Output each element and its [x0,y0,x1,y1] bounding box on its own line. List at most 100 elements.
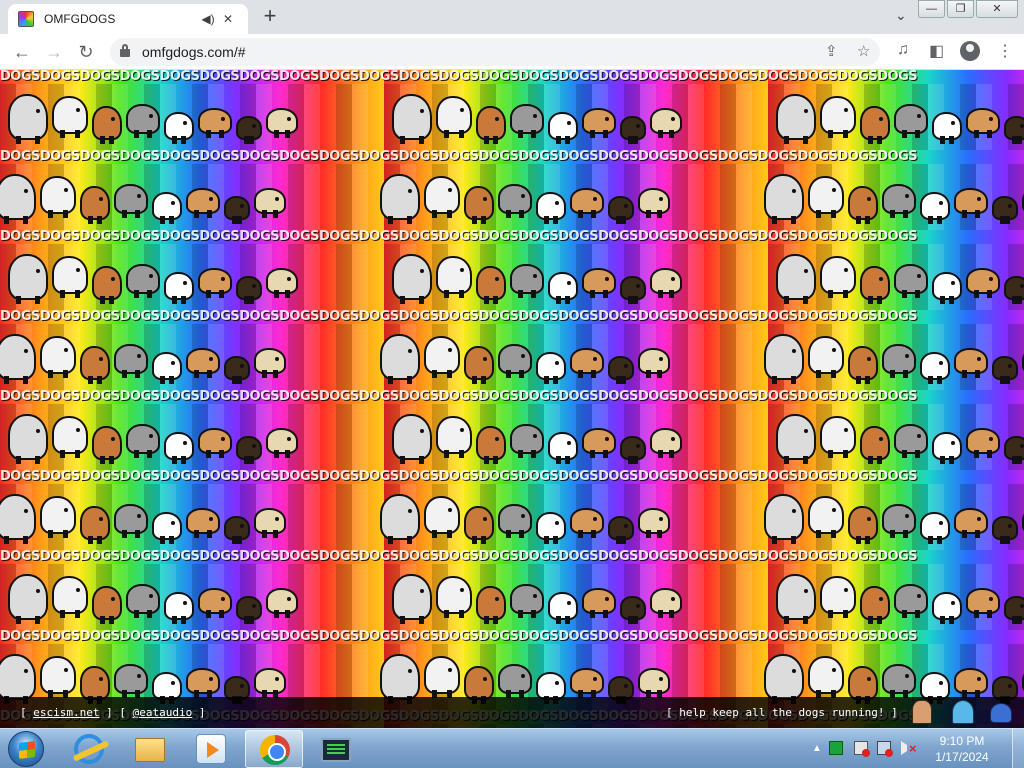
running-dogs-group [768,240,1024,304]
running-dogs-group [384,400,744,464]
dog-sprite [608,196,634,224]
show-hidden-icons-icon[interactable]: ▲ [812,743,822,754]
dog-sprite [52,416,88,458]
forward-button[interactable]: → [42,40,66,64]
dog-sprite [848,186,878,224]
donate-link[interactable]: [ help keep all the dogs running! ] [666,706,898,719]
minimize-button[interactable]: — [918,0,945,18]
dog-sprite [152,512,182,544]
profile-avatar-icon[interactable] [960,41,980,61]
dog-character-icon[interactable] [912,700,932,724]
dog-sprite [40,176,76,218]
dog-sprite [536,352,566,384]
speaker-icon[interactable]: ◀) [198,12,218,26]
share-icon[interactable]: ⇪ [825,42,838,60]
dog-sprite [476,266,506,304]
dog-sprite [476,106,506,144]
dog-sprite [114,184,148,218]
dog-sprite [266,588,298,618]
dog-sprite [920,192,950,224]
running-dogs-group [0,560,360,624]
taskbar-internet-explorer[interactable] [60,730,118,768]
footer-bar: [ escism.net ] [ @eataudio ] [ help keep… [0,697,1024,728]
running-dogs-group [756,640,1024,704]
menu-kebab-icon[interactable]: ⋮ [997,41,1013,61]
address-bar[interactable]: omfgdogs.com/# ⇪ ☆ [110,38,880,66]
media-control-icon[interactable]: ♫ [897,41,909,59]
side-panel-icon[interactable]: ◧ [929,41,944,61]
dog-sprite [860,586,890,624]
taskbar-media-player[interactable] [182,730,240,768]
green-app-icon[interactable] [829,741,843,755]
dog-sprite [860,426,890,464]
system-tray: ▲ 9:10 PM 1/17/2024 [804,729,1024,768]
dog-sprite [966,268,1000,298]
dog-sprite [224,356,250,384]
running-dogs-group [768,80,1024,144]
close-tab-icon[interactable]: ✕ [218,12,238,26]
taskbar-terminal[interactable] [307,730,365,768]
taskbar-chrome[interactable] [245,730,303,768]
dog-sprite [254,668,286,698]
dog-sprite [808,336,844,378]
escism-link[interactable]: escism.net [33,706,99,719]
network-icon[interactable] [877,741,893,757]
dog-sprite [224,196,250,224]
blue-character-icon[interactable] [952,700,974,724]
dog-sprite [954,668,988,698]
running-dogs-group [0,160,348,224]
dog-sprite [52,576,88,618]
browser-tab[interactable]: OMFGDOGS ◀) ✕ [8,4,248,34]
dog-sprite [126,424,160,458]
running-dogs-group [0,80,360,144]
dog-sprite [114,504,148,538]
lock-icon[interactable] [120,44,130,58]
restore-button[interactable]: ❐ [947,0,974,18]
windows-logo-icon [19,741,35,759]
reload-button[interactable]: ↻ [74,40,98,64]
dog-sprite [894,104,928,138]
dog-sprite [620,436,646,464]
dog-sprite [638,348,670,378]
close-window-button[interactable]: ✕ [976,0,1018,18]
dog-sprite [254,348,286,378]
dog-sprite [8,414,48,464]
running-dogs-group [384,240,744,304]
dog-sprite [498,664,532,698]
system-clock[interactable]: 9:10 PM 1/17/2024 [932,733,992,765]
dog-sprite [548,432,578,464]
back-button[interactable]: ← [10,40,34,64]
media-player-icon [196,734,226,764]
dog-sprite [860,266,890,304]
dog-sprite [164,432,194,464]
dog-sprite [638,188,670,218]
dog-sprite [510,424,544,458]
clock-date: 1/17/2024 [935,750,989,764]
dog-sprite [380,494,420,544]
dog-sprite [992,196,1018,224]
dog-sprite [236,436,262,464]
bookmark-star-icon[interactable]: ☆ [857,42,870,60]
volume-muted-icon[interactable] [901,741,917,756]
running-dogs-group [372,160,732,224]
dog-sprite [570,188,604,218]
dog-sprite [848,346,878,384]
dog-sprite [882,664,916,698]
windows-taskbar: ▲ 9:10 PM 1/17/2024 [0,728,1024,768]
dog-sprite [380,174,420,224]
dog-sprite [464,666,494,704]
blue-creature-icon[interactable] [990,703,1012,723]
dog-sprite [820,416,856,458]
dog-sprite [476,426,506,464]
chevron-down-icon[interactable]: ⌄ [895,7,907,24]
show-desktop-button[interactable] [1012,729,1024,768]
dog-sprite [764,654,804,704]
start-button[interactable] [8,731,44,767]
action-center-icon[interactable] [854,741,870,757]
new-tab-button[interactable]: + [258,5,282,29]
dog-sprite [650,268,682,298]
dog-sprite [464,346,494,384]
taskbar-file-explorer[interactable] [121,730,179,768]
eataudio-link[interactable]: @eataudio [133,706,193,719]
dog-sprite [776,94,816,144]
